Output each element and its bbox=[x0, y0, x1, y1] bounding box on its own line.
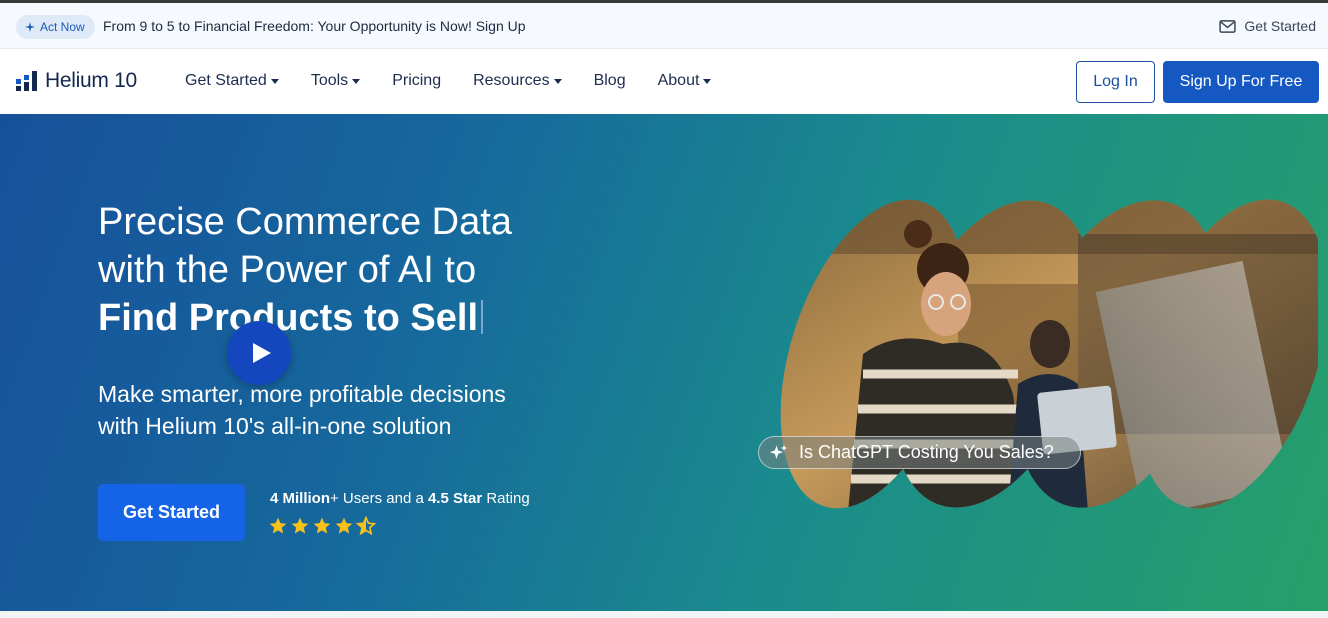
star-full-icon bbox=[313, 517, 331, 534]
star-full-icon bbox=[291, 517, 309, 534]
caret-down-icon bbox=[703, 79, 712, 84]
play-icon bbox=[253, 343, 271, 363]
act-now-pill[interactable]: Act Now bbox=[16, 15, 95, 39]
sparkle-icon bbox=[769, 444, 788, 459]
announcement-message[interactable]: From 9 to 5 to Financial Freedom: Your O… bbox=[103, 18, 526, 34]
video-caption-text: Is ChatGPT Costing You Sales? bbox=[799, 442, 1054, 462]
rating-tail: Rating bbox=[482, 490, 530, 507]
rating-star-bold: 4.5 Star bbox=[427, 490, 483, 507]
video-caption-pill[interactable]: Is ChatGPT Costing You Sales? bbox=[758, 436, 1081, 469]
headline-line-1: Precise Commerce Data bbox=[98, 201, 512, 243]
login-button[interactable]: Log In bbox=[1076, 61, 1155, 103]
nav-item-label: Pricing bbox=[392, 72, 442, 89]
headline-bold-line: Find Products to Sell bbox=[98, 297, 479, 339]
typing-cursor bbox=[481, 300, 484, 334]
get-started-link-label: Get Started bbox=[1244, 18, 1316, 34]
announcement-bar: Act Now From 9 to 5 to Financial Freedom… bbox=[0, 3, 1328, 49]
star-full-icon bbox=[269, 517, 287, 534]
nav-item-about[interactable]: About bbox=[658, 72, 712, 90]
announcement-get-started-link[interactable]: Get Started bbox=[1219, 18, 1316, 34]
rating-users-rest: + Users and a bbox=[330, 490, 428, 507]
nav-item-label: Blog bbox=[593, 72, 626, 89]
caret-down-icon bbox=[352, 79, 361, 84]
rating-text: 4 Million+ Users and a 4.5 Star Rating bbox=[270, 490, 530, 507]
caret-down-icon bbox=[553, 79, 562, 84]
headline-line-2: with the Power of AI to bbox=[98, 249, 477, 291]
section-divider bbox=[0, 611, 1328, 618]
helium10-logo[interactable]: Helium 10 bbox=[16, 69, 137, 93]
nav-item-tools[interactable]: Tools bbox=[310, 72, 361, 90]
rating-users-bold: 4 Million bbox=[270, 490, 330, 507]
star-half-icon bbox=[356, 516, 376, 536]
nav-item-label: Tools bbox=[310, 72, 349, 89]
nav-item-get-started[interactable]: Get Started bbox=[185, 72, 279, 90]
nav-item-label: Resources bbox=[473, 72, 550, 89]
star-rating bbox=[268, 516, 376, 536]
brand-name: Helium 10 bbox=[45, 69, 137, 92]
subtext-line-2: with Helium 10's all-in-one solution bbox=[98, 413, 452, 439]
act-now-label: Act Now bbox=[40, 20, 85, 34]
bar-chart-icon bbox=[16, 71, 37, 91]
nav-menu: Get Started Tools Pricing Resources Blog Abou… bbox=[185, 72, 743, 90]
nav-item-label: About bbox=[657, 72, 700, 89]
sparkle-icon bbox=[25, 22, 35, 32]
signup-button[interactable]: Sign Up For Free bbox=[1163, 61, 1319, 103]
star-full-icon bbox=[335, 517, 353, 534]
hero-get-started-button[interactable]: Get Started bbox=[98, 484, 245, 541]
play-video-button[interactable] bbox=[227, 321, 291, 385]
subtext-line-1: Make smarter, more profitable decisions bbox=[98, 381, 506, 407]
hero-section: Precise Commerce Data with the Power of … bbox=[0, 114, 1328, 611]
nav-item-resources[interactable]: Resources bbox=[473, 72, 562, 90]
hero-headline: Precise Commerce Data with the Power of … bbox=[98, 198, 512, 342]
main-navbar: Helium 10 Get Started Tools Pricing Resourc… bbox=[0, 49, 1328, 114]
nav-item-pricing[interactable]: Pricing bbox=[392, 72, 441, 90]
nav-item-label: Get Started bbox=[185, 72, 267, 89]
caret-down-icon bbox=[270, 79, 279, 84]
envelope-icon bbox=[1219, 19, 1237, 33]
hero-subtext: Make smarter, more profitable decisions … bbox=[98, 378, 598, 442]
nav-item-blog[interactable]: Blog bbox=[594, 72, 626, 90]
